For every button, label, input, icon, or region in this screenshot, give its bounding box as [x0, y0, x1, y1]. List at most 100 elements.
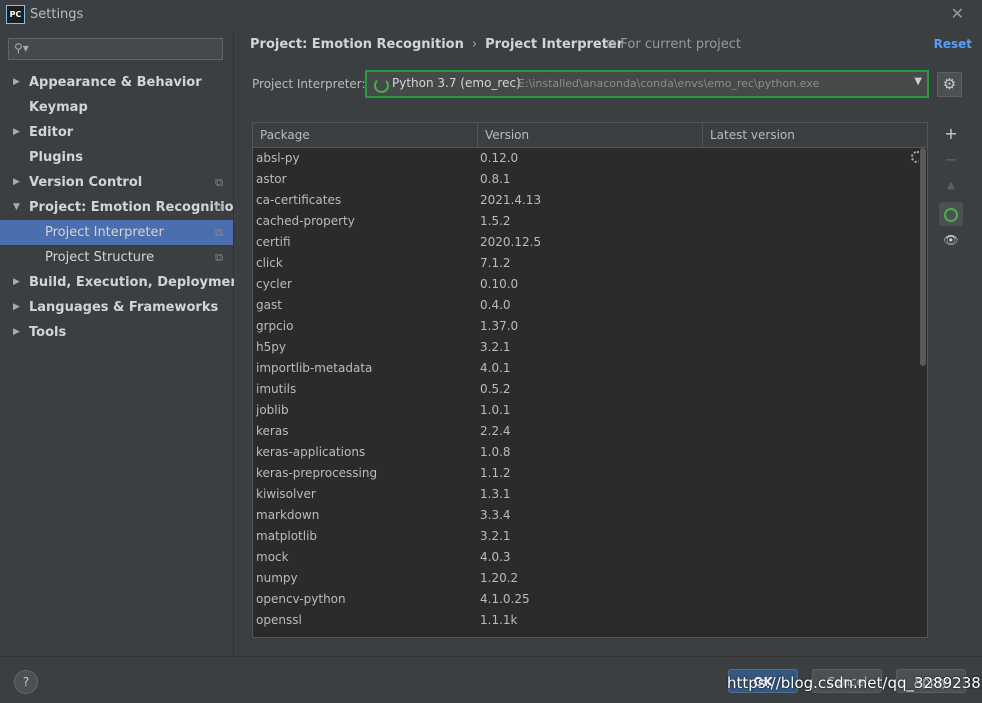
sidebar-item-appearance-behavior[interactable]: ▶ Appearance & Behavior [0, 70, 233, 95]
interpreter-path: E:\installed\anaconda\conda\envs\emo_rec… [518, 77, 820, 90]
reset-link[interactable]: Reset [934, 37, 972, 51]
upgrade-package-button[interactable]: ▲ [939, 174, 963, 198]
table-row[interactable]: matplotlib 3.2.1 [253, 526, 927, 547]
version-cell: 1.20.2 [480, 571, 519, 585]
search-icon: ⚲▾ [14, 41, 29, 55]
sidebar-item-label: Keymap [29, 100, 88, 115]
table-row[interactable]: kiwisolver 1.3.1 [253, 484, 927, 505]
table-row[interactable]: cached-property 1.5.2 [253, 211, 927, 232]
table-row[interactable]: astor 0.8.1 [253, 169, 927, 190]
version-cell: 4.1.0.25 [480, 592, 530, 606]
add-package-button[interactable]: + [939, 122, 963, 146]
table-row[interactable]: numpy 1.20.2 [253, 568, 927, 589]
project-scope-icon: ⧉ [215, 226, 223, 239]
package-cell: keras [256, 424, 289, 438]
dialog-footer: ? OK Cancel Apply https://blog.csdn.net/… [0, 656, 982, 703]
version-cell: 1.0.1 [480, 403, 511, 417]
pycharm-logo-icon: PC [6, 5, 25, 24]
column-header-version[interactable]: Version [485, 128, 529, 142]
package-cell: absl-py [256, 151, 300, 165]
column-divider[interactable] [702, 123, 703, 147]
chevron-down-icon[interactable]: ▼ [914, 76, 922, 87]
ok-button[interactable]: OK [728, 669, 798, 693]
version-cell: 4.0.3 [480, 550, 511, 564]
version-cell: 1.1.1k [480, 613, 518, 627]
table-scrollbar[interactable] [919, 148, 927, 637]
show-early-releases-button[interactable]: 👁 [939, 228, 963, 252]
version-cell: 0.10.0 [480, 277, 519, 291]
table-row[interactable]: mock 4.0.3 [253, 547, 927, 568]
table-row[interactable]: opencv-python 4.1.0.25 [253, 589, 927, 610]
sidebar-item-editor[interactable]: ▶ Editor [0, 120, 233, 145]
sidebar-item-project-interpreter[interactable]: Project Interpreter ⧉ [0, 220, 233, 245]
version-cell: 4.0.1 [480, 361, 511, 375]
table-row[interactable]: cycler 0.10.0 [253, 274, 927, 295]
chevron-right-icon[interactable]: ▶ [13, 270, 20, 295]
title-bar: PC Settings ✕ [0, 0, 982, 30]
table-row[interactable]: keras-applications 1.0.8 [253, 442, 927, 463]
table-row[interactable]: keras 2.2.4 [253, 421, 927, 442]
table-row[interactable]: ca-certificates 2021.4.13 [253, 190, 927, 211]
settings-search-input[interactable]: ⚲▾ [8, 38, 223, 60]
version-cell: 3.2.1 [480, 340, 511, 354]
table-row[interactable]: imutils 0.5.2 [253, 379, 927, 400]
interpreter-label: Project Interpreter: [252, 77, 366, 91]
python-env-icon [374, 78, 389, 93]
table-row[interactable]: importlib-metadata 4.0.1 [253, 358, 927, 379]
version-cell: 2020.12.5 [480, 235, 542, 249]
chevron-down-icon[interactable]: ▼ [13, 195, 20, 220]
table-row[interactable]: markdown 3.3.4 [253, 505, 927, 526]
package-cell: opencv-python [256, 592, 346, 606]
chevron-right-icon[interactable]: ▶ [13, 70, 20, 95]
table-row[interactable]: absl-py 0.12.0 [253, 148, 927, 169]
chevron-right-icon[interactable]: ▶ [13, 120, 20, 145]
version-cell: 3.3.4 [480, 508, 511, 522]
package-cell: keras-applications [256, 445, 366, 459]
scrollbar-thumb[interactable] [920, 148, 926, 366]
interpreter-dropdown[interactable]: Python 3.7 (emo_rec) E:\installed\anacon… [365, 70, 929, 98]
column-header-latest-version[interactable]: Latest version [710, 128, 795, 142]
table-row[interactable]: grpcio 1.37.0 [253, 316, 927, 337]
sidebar-item-plugins[interactable]: Plugins [0, 145, 233, 170]
chevron-right-icon[interactable]: ▶ [13, 295, 20, 320]
version-cell: 1.5.2 [480, 214, 511, 228]
help-button[interactable]: ? [14, 670, 38, 694]
chevron-right-icon[interactable]: ▶ [13, 320, 20, 345]
breadcrumb: Project: Emotion Recognition › Project Int… [250, 37, 623, 52]
table-row[interactable]: joblib 1.0.1 [253, 400, 927, 421]
sidebar-item-project-structure[interactable]: Project Structure ⧉ [0, 245, 233, 270]
table-row[interactable]: keras-preprocessing 1.1.2 [253, 463, 927, 484]
sidebar-item-tools[interactable]: ▶ Tools [0, 320, 233, 345]
table-row[interactable]: gast 0.4.0 [253, 295, 927, 316]
sidebar-item-build-execution-deployment[interactable]: ▶ Build, Execution, Deployment [0, 270, 246, 295]
sidebar-item-version-control[interactable]: ▶ Version Control ⧉ [0, 170, 233, 195]
table-row[interactable]: certifi 2020.12.5 [253, 232, 927, 253]
package-cell: matplotlib [256, 529, 318, 543]
sidebar-item-project-emotion-recognition[interactable]: ▼ Project: Emotion Recognition ⧉ [0, 195, 243, 220]
sidebar-item-keymap[interactable]: Keymap [0, 95, 233, 120]
version-cell: 1.37.0 [480, 319, 519, 333]
breadcrumb-project[interactable]: Project: Emotion Recognition [250, 37, 464, 52]
package-cell: astor [256, 172, 287, 186]
interpreter-settings-button[interactable]: ⚙ [937, 72, 962, 97]
project-scope-icon: ⧉ [215, 176, 223, 189]
packages-table: Package Version Latest version absl-py 0.… [252, 122, 928, 638]
package-cell: openssl [256, 613, 302, 627]
column-header-package[interactable]: Package [260, 128, 310, 142]
package-cell: grpcio [256, 319, 294, 333]
table-row[interactable]: openssl 1.1.1k [253, 610, 927, 631]
refresh-button[interactable] [939, 202, 963, 226]
close-icon[interactable]: ✕ [951, 4, 964, 23]
window-title: Settings [30, 7, 84, 22]
remove-package-button[interactable]: − [939, 148, 963, 172]
sidebar-item-label: Build, Execution, Deployment [29, 275, 246, 290]
sidebar-item-label: Project Interpreter [45, 225, 164, 240]
cancel-button[interactable]: Cancel [812, 669, 882, 693]
apply-button[interactable]: Apply [896, 669, 966, 693]
sidebar-item-languages-frameworks[interactable]: ▶ Languages & Frameworks [0, 295, 233, 320]
table-row[interactable]: click 7.1.2 [253, 253, 927, 274]
chevron-right-icon[interactable]: ▶ [13, 170, 20, 195]
table-row[interactable]: h5py 3.2.1 [253, 337, 927, 358]
column-divider[interactable] [477, 123, 478, 147]
refresh-icon [944, 207, 958, 222]
